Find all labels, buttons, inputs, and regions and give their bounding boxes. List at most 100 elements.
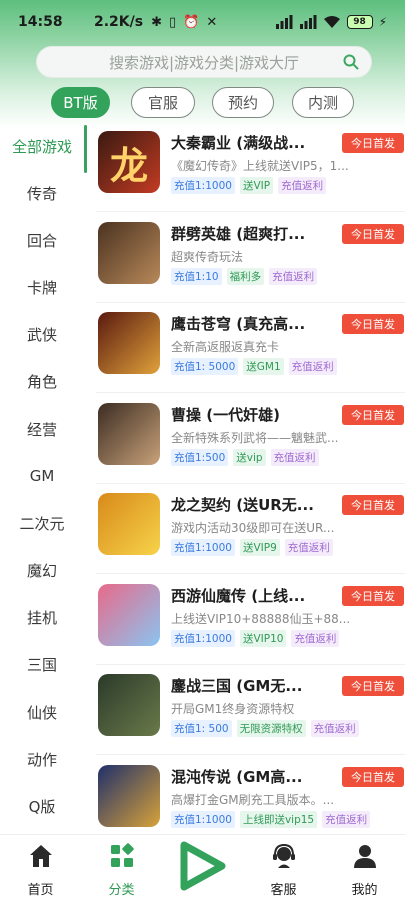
sidebar-item-gm[interactable]: GM xyxy=(0,462,84,490)
tab-reservation[interactable]: 预约 xyxy=(212,87,274,118)
game-title: 曹操 (一代奸雄) xyxy=(171,405,280,424)
today-release-badge: 今日首发 xyxy=(342,404,404,425)
customer-service-icon xyxy=(273,843,295,868)
home-icon xyxy=(30,845,52,867)
game-title: 大秦霸业 (满级战... xyxy=(171,134,306,152)
status-time: 14:58 xyxy=(18,14,63,30)
game-description: 超爽传奇玩法 xyxy=(171,249,244,264)
game-row[interactable]: 鹰击苍穹 (真充高... 今日首发 全新高返服返真充卡 充值1: 5000 送GM1 充值… xyxy=(96,303,405,393)
game-title: 混沌传说 (GM高... xyxy=(171,767,303,786)
search-icon[interactable] xyxy=(343,54,359,70)
sidebar-item-turn-based[interactable]: 回合 xyxy=(0,226,84,254)
game-title: 西游仙魔传 (上线... xyxy=(171,586,306,605)
game-tag: 送VIP xyxy=(239,177,274,194)
sidebar-item-wuxia[interactable]: 武侠 xyxy=(0,320,84,348)
search-input[interactable]: 搜索游戏|游戏分类|游戏大厅 xyxy=(36,46,372,78)
nav-home[interactable]: 首页 xyxy=(0,841,81,898)
sidebar-item-idle[interactable]: 挂机 xyxy=(0,603,84,631)
game-tag: 充值1:1000 xyxy=(171,539,235,556)
sidebar-item-rpg[interactable]: 角色 xyxy=(0,367,84,395)
play-icon xyxy=(180,841,226,891)
game-row[interactable]: 西游仙魔传 (上线... 今日首发 上线送VIP10+88888仙玉+88... 充值… xyxy=(96,575,405,665)
game-description: 全新高返服返真充卡 xyxy=(171,340,280,354)
game-tags: 充值1:500 送vip 充值返利 xyxy=(171,448,319,466)
sidebar-item-all[interactable]: 全部游戏 xyxy=(0,132,84,160)
game-tag: 充值返利 xyxy=(288,358,337,375)
game-description: 高爆打金GM刷充工具版本。... xyxy=(171,792,335,807)
game-tags: 充值1: 500 无限资源特权 充值返利 xyxy=(171,720,359,737)
nav-customer-service[interactable]: 客服 xyxy=(243,841,324,898)
mute-icon: ✕ xyxy=(206,14,218,30)
game-thumbnail[interactable] xyxy=(98,764,160,827)
bluetooth-icon: ✱ xyxy=(151,14,163,30)
game-description: 游戏内活动30级即可在送UR... xyxy=(171,521,335,535)
game-tags: 充值1:1000 送VIP 充值返利 xyxy=(171,177,327,194)
game-tag: 充值返利 xyxy=(310,720,359,737)
nav-profile-label: 我的 xyxy=(351,883,378,898)
game-thumbnail[interactable] xyxy=(98,583,160,646)
game-description: 开局GM1终身资源特权 xyxy=(171,702,295,716)
today-release-badge: 今日首发 xyxy=(342,133,404,153)
today-release-badge: 今日首发 xyxy=(342,223,404,244)
game-thumbnail[interactable] xyxy=(98,312,160,374)
tab-beta[interactable]: 内测 xyxy=(292,87,354,118)
sidebar-item-management[interactable]: 经营 xyxy=(0,415,84,443)
wifi-icon xyxy=(323,16,340,28)
today-release-badge: 今日首发 xyxy=(342,676,404,696)
today-release-badge: 今日首发 xyxy=(342,585,404,606)
game-tag: 充值返利 xyxy=(269,267,318,285)
sidebar-item-action[interactable]: 动作 xyxy=(0,745,84,773)
thumbnail-glyph: 龙 xyxy=(109,142,148,188)
game-tag: 充值1: 5000 xyxy=(171,358,239,375)
game-list[interactable]: 龙大秦霸业 (满级战... 今日首发 《魔幻传奇》上线就送VIP5，1... 充值1:… xyxy=(96,122,405,834)
filter-tabs: BT版 官服 预约 内测 xyxy=(0,87,405,119)
tab-official[interactable]: 官服 xyxy=(131,87,195,118)
game-title: 龙之契约 (送UR无... xyxy=(171,496,314,514)
tab-bt[interactable]: BT版 xyxy=(51,87,110,118)
game-tag: 无限资源特权 xyxy=(236,720,306,737)
today-release-badge: 今日首发 xyxy=(342,495,404,515)
game-description: 全新特殊系列武将——魑魅武... xyxy=(171,430,339,445)
game-row[interactable]: 曹操 (一代奸雄) 今日首发 全新特殊系列武将——魑魅武... 充值1:500 送vip… xyxy=(96,394,405,484)
nav-category[interactable]: 分类 xyxy=(81,841,162,898)
sidebar-item-legend[interactable]: 传奇 xyxy=(0,179,84,207)
game-tag: 充值1:1000 xyxy=(171,177,235,194)
game-tag: 福利多 xyxy=(226,267,265,285)
game-row[interactable]: 混沌传说 (GM高... 今日首发 高爆打金GM刷充工具版本。... 充值1:1000… xyxy=(96,756,405,835)
game-tag: 充值返利 xyxy=(270,448,319,466)
game-row[interactable]: 鏖战三国 (GM无... 今日首发开局GM1终身资源特权充值1: 500 无限资源特… xyxy=(96,665,405,755)
nav-profile[interactable]: 我的 xyxy=(324,841,405,898)
sidebar-item-three-kingdoms[interactable]: 三国 xyxy=(0,650,84,678)
game-thumbnail[interactable] xyxy=(98,221,160,284)
game-tags: 充值1:1000 送VIP10 充值返利 xyxy=(171,629,340,647)
sidebar-item-fantasy[interactable]: 魔幻 xyxy=(0,556,84,584)
game-tags: 充值1:10 福利多 充值返利 xyxy=(171,267,318,285)
game-tag: 充值返利 xyxy=(322,810,371,828)
game-row[interactable]: 龙 大秦霸业 (满级战... 今日首发 《魔幻传奇》上线就送VIP5，1... 充值1:… xyxy=(96,122,405,212)
game-title: 群劈英雄 (超爽打... xyxy=(171,224,306,243)
game-thumbnail[interactable] xyxy=(98,674,160,736)
status-right: 98 ⚡ xyxy=(275,15,387,29)
sidebar-item-q-version[interactable]: Q版 xyxy=(0,792,84,820)
battery-icon: 98 xyxy=(346,15,373,29)
game-title: 鏖战三国 (GM无... xyxy=(171,677,303,695)
alarm-icon: ⏰ xyxy=(183,14,200,30)
charging-icon: ⚡ xyxy=(378,15,387,29)
nav-home-label: 首页 xyxy=(27,883,54,898)
profile-icon xyxy=(354,845,376,868)
sidebar-item-card[interactable]: 卡牌 xyxy=(0,273,84,301)
nav-play[interactable] xyxy=(162,841,243,897)
game-thumbnail[interactable] xyxy=(98,493,160,555)
today-release-badge: 今日首发 xyxy=(342,314,404,334)
game-tag: 充值返利 xyxy=(291,629,340,647)
game-thumbnail[interactable] xyxy=(98,402,160,465)
sidebar-item-xianxia[interactable]: 仙侠 xyxy=(0,698,84,726)
game-thumbnail[interactable]: 龙 xyxy=(98,131,160,193)
game-row[interactable]: 群劈英雄 (超爽打... 今日首发 超爽传奇玩法 充值1:10 福利多 充值返利 xyxy=(96,213,405,303)
sidebar-item-anime[interactable]: 二次元 xyxy=(0,509,84,537)
search-placeholder: 搜索游戏|游戏分类|游戏大厅 xyxy=(108,53,300,72)
game-tags: 充值1:1000 送VIP9 充值返利 xyxy=(171,539,333,556)
vibrate-icon: ▯ xyxy=(169,14,177,30)
game-row[interactable]: 龙之契约 (送UR无... 今日首发 游戏内活动30级即可在送UR... 充值1:10… xyxy=(96,484,405,574)
game-tag: 充值1:10 xyxy=(171,267,222,285)
